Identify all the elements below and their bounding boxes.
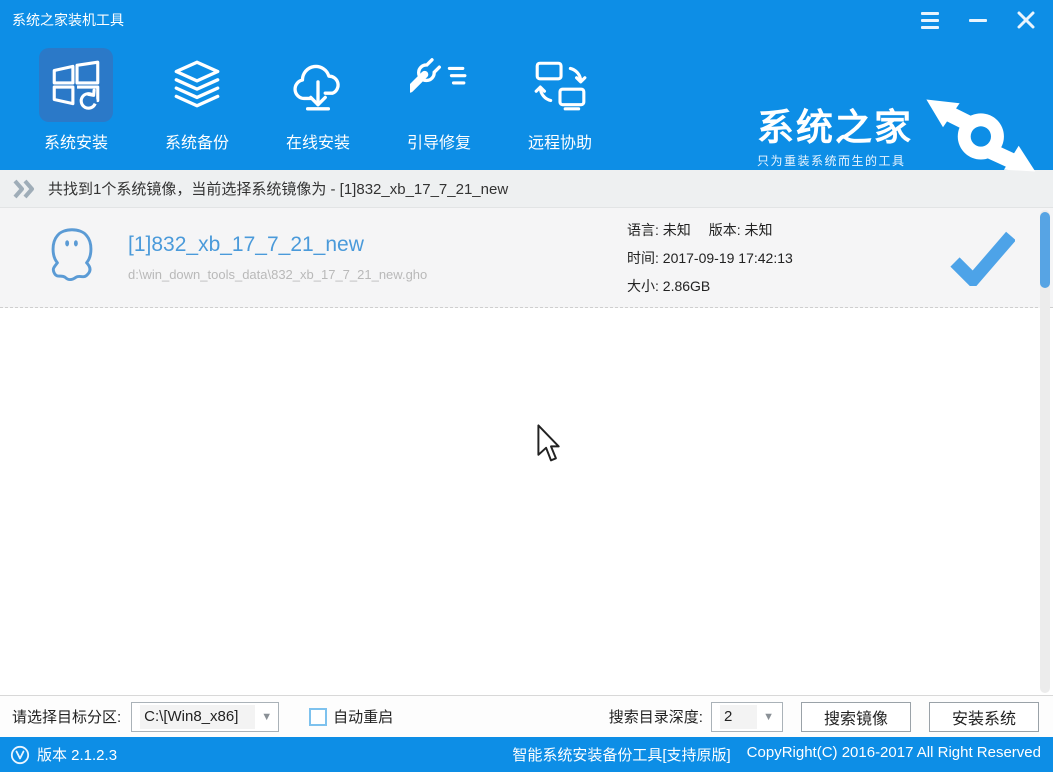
layers-icon xyxy=(160,48,234,122)
brand-logo: 系统之家 只为重装系统而生的工具 xyxy=(757,92,1039,185)
brand-tagline: 只为重装系统而生的工具 xyxy=(757,152,913,169)
version-text: 版本 2.1.2.3 xyxy=(37,744,117,765)
title-bar: 系统之家装机工具 xyxy=(0,0,1053,40)
double-chevron-icon xyxy=(12,179,38,199)
image-version: 版本: 未知 xyxy=(709,222,773,238)
window-title: 系统之家装机工具 xyxy=(12,10,124,30)
nav-label: 引导修复 xyxy=(407,129,471,153)
status-text: 共找到1个系统镜像，当前选择系统镜像为 - [1]832_xb_17_7_21_… xyxy=(48,178,508,199)
version-icon xyxy=(10,745,30,765)
nav-item-online-install[interactable]: 在线安装 xyxy=(268,48,368,153)
image-language: 语言: 未知 xyxy=(627,222,691,238)
close-icon[interactable] xyxy=(1015,9,1037,31)
depth-select[interactable]: 2 ▼ xyxy=(711,702,783,732)
nav-item-system-backup[interactable]: 系统备份 xyxy=(147,48,247,153)
nav-label: 远程协助 xyxy=(528,129,592,153)
auto-restart-label: 自动重启 xyxy=(333,706,393,727)
cloud-download-icon xyxy=(281,48,355,122)
main-nav: 系统安装 系统备份 在线安装 xyxy=(0,40,1053,170)
partition-select[interactable]: C:\[Win8_x86] ▼ xyxy=(131,702,279,732)
nav-item-remote-assist[interactable]: 远程协助 xyxy=(510,48,610,153)
brand-name: 系统之家 xyxy=(757,108,913,149)
footer-copyright: CopyRight(C) 2016-2017 All Right Reserve… xyxy=(747,744,1041,765)
minimize-icon[interactable] xyxy=(967,9,989,31)
image-list-row[interactable]: [1]832_xb_17_7_21_new d:\win_down_tools_… xyxy=(0,208,1053,308)
footer-bar: 版本 2.1.2.3 智能系统安装备份工具[支持原版] CopyRight(C)… xyxy=(0,737,1053,772)
ghost-icon xyxy=(40,221,110,294)
chevron-down-icon: ▼ xyxy=(763,711,774,723)
partition-label: 请选择目标分区: xyxy=(12,706,121,727)
install-system-button[interactable]: 安装系统 xyxy=(929,702,1039,732)
image-time: 时间: 2017-09-19 17:42:13 xyxy=(627,244,937,272)
scrollbar-thumb[interactable] xyxy=(1040,212,1050,288)
window-controls xyxy=(919,9,1043,31)
image-size: 大小: 2.86GB xyxy=(627,272,937,300)
menu-icon[interactable] xyxy=(919,9,941,31)
image-list-area: [1]832_xb_17_7_21_new d:\win_down_tools_… xyxy=(0,208,1053,695)
scrollbar-track[interactable] xyxy=(1040,210,1050,693)
image-name-link[interactable]: [1]832_xb_17_7_21_new xyxy=(128,233,627,257)
swoosh-arrow-icon xyxy=(919,92,1039,185)
search-image-button[interactable]: 搜索镜像 xyxy=(801,702,911,732)
image-file-path: d:\win_down_tools_data\832_xb_17_7_21_ne… xyxy=(128,267,627,282)
app-window: 系统之家装机工具 系统安装 xyxy=(0,0,1053,772)
wrench-icon xyxy=(402,48,476,122)
remote-screens-icon xyxy=(523,48,597,122)
image-metadata: 语言: 未知 版本: 未知 时间: 2017-09-19 17:42:13 大小:… xyxy=(627,216,937,300)
chevron-down-icon: ▼ xyxy=(261,711,272,723)
nav-item-boot-repair[interactable]: 引导修复 xyxy=(389,48,489,153)
nav-label: 系统安装 xyxy=(44,129,108,153)
nav-label: 系统备份 xyxy=(165,129,229,153)
nav-item-system-install[interactable]: 系统安装 xyxy=(26,48,126,153)
selected-check-icon xyxy=(937,230,1027,286)
nav-label: 在线安装 xyxy=(286,129,350,153)
footer-app-text: 智能系统安装备份工具[支持原版] xyxy=(512,744,730,765)
depth-label: 搜索目录深度: xyxy=(609,706,703,727)
auto-restart-checkbox[interactable] xyxy=(309,708,327,726)
depth-value: 2 xyxy=(720,705,757,729)
windows-refresh-icon xyxy=(39,48,113,122)
partition-value: C:\[Win8_x86] xyxy=(140,705,255,729)
mouse-cursor xyxy=(536,424,566,471)
bottom-control-bar: 请选择目标分区: C:\[Win8_x86] ▼ 自动重启 搜索目录深度: 2 … xyxy=(0,695,1053,737)
